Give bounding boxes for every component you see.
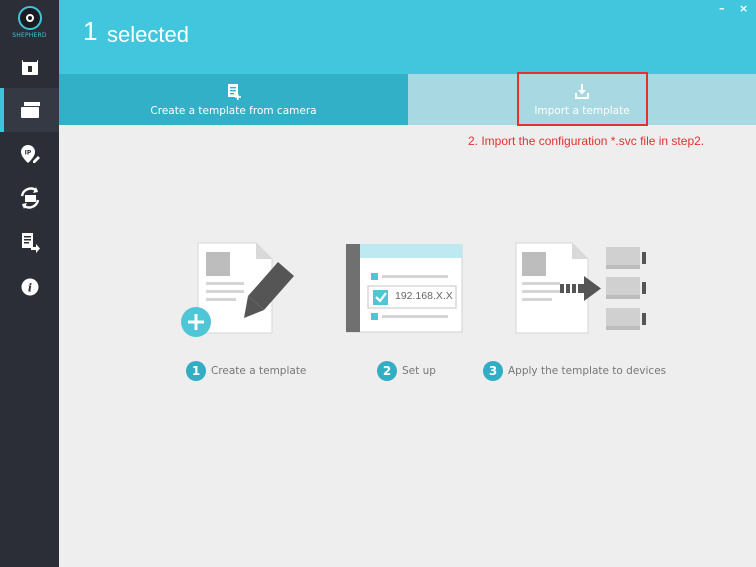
setup-illustration: 192.168.X.X <box>345 243 464 338</box>
step-1-label: Create a template <box>211 365 307 377</box>
step-2-label: Set up <box>402 365 436 377</box>
sidebar: SHEPHERD IP i <box>0 0 59 567</box>
selected-label: selected <box>107 22 189 47</box>
document-export-icon <box>21 233 40 253</box>
sidebar-item-about[interactable]: i <box>0 265 59 309</box>
info-icon: i <box>21 278 38 296</box>
svg-text:i: i <box>27 282 31 295</box>
sidebar-item-export[interactable] <box>0 220 59 264</box>
apply-to-devices-icon <box>515 242 646 334</box>
create-template-illustration <box>180 240 305 344</box>
apply-illustration <box>514 240 654 344</box>
setup-ip-field: 192.168.X.X <box>395 290 453 302</box>
sidebar-item-home[interactable] <box>0 45 59 89</box>
close-button[interactable]: × <box>739 2 748 15</box>
step-2-badge: 2 <box>377 361 397 381</box>
step-1: 1 Create a template <box>186 361 306 381</box>
minimize-button[interactable]: – <box>719 2 725 15</box>
sidebar-item-ip[interactable]: IP <box>0 132 59 176</box>
refresh-device-icon <box>20 187 39 209</box>
tab-create-template-from-camera[interactable]: Create a template from camera <box>59 74 408 125</box>
ip-edit-icon: IP <box>20 145 40 163</box>
logo-icon <box>17 6 42 30</box>
selected-count: 1 <box>83 16 98 46</box>
sidebar-item-devices[interactable] <box>0 88 59 132</box>
setup-window-icon <box>345 243 463 333</box>
svg-text:IP: IP <box>24 150 31 157</box>
step-2: 2 Set up <box>377 361 436 381</box>
instruction-annotation: 2. Import the configuration *.svc file i… <box>468 134 705 148</box>
step-3: 3 Apply the template to devices <box>483 361 666 381</box>
app-logo: SHEPHERD <box>0 4 59 44</box>
home-icon <box>21 60 38 75</box>
highlight-box <box>517 72 648 126</box>
new-document-icon <box>227 84 241 100</box>
step-3-badge: 3 <box>483 361 503 381</box>
tab-bar: Create a template from camera Import a t… <box>59 74 756 125</box>
device-stack-icon <box>20 102 40 118</box>
template-pencil-icon <box>181 242 294 337</box>
step-1-badge: 1 <box>186 361 206 381</box>
tab-create-label: Create a template from camera <box>150 105 317 117</box>
sidebar-item-sync[interactable] <box>0 176 59 220</box>
header-bar: 1 selected – × <box>59 0 756 74</box>
logo-text: SHEPHERD <box>12 32 47 39</box>
step-3-label: Apply the template to devices <box>508 365 667 377</box>
